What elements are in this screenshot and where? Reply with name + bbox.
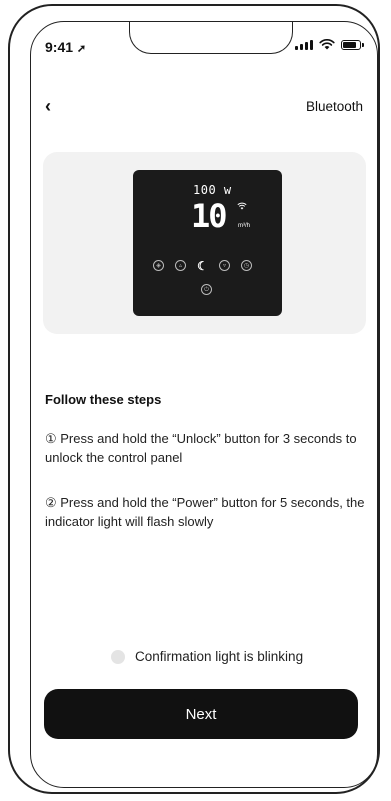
notch <box>129 22 293 54</box>
steps-heading: Follow these steps <box>45 392 162 407</box>
chevron-left-icon: ‹ <box>45 96 51 116</box>
confirmation-option[interactable]: Confirmation light is blinking <box>111 649 303 664</box>
panel-unit: m³/h <box>238 223 250 229</box>
status-time-text: 9:41 <box>45 39 74 55</box>
panel-power-readout: 100 w <box>193 183 232 197</box>
panel-main-readout: 10 <box>191 197 228 235</box>
battery-icon <box>341 39 364 50</box>
down-arrow-icon: ▿ <box>219 260 230 271</box>
panel-wifi-icon <box>237 202 247 210</box>
phone-screen: 9:41 ➚ ‹ Bluetooth 100 w 10 m³/h ◈ ▵ ☾ ▿… <box>30 21 378 788</box>
clock-icon: ◷ <box>241 260 252 271</box>
panel-buttons: ◈ ▵ ☾ ▿ ◷ <box>153 258 252 273</box>
page-title: Bluetooth <box>305 99 363 114</box>
confirmation-label: Confirmation light is blinking <box>135 649 304 664</box>
moon-icon: ☾ <box>197 258 208 273</box>
wifi-icon <box>319 39 335 50</box>
power-icon: ⏻ <box>201 284 212 295</box>
fan-mode-icon: ◈ <box>153 260 164 271</box>
confirmation-radio[interactable] <box>111 649 125 664</box>
step-1-text: ① Press and hold the “Unlock” button for… <box>45 431 357 465</box>
status-icons <box>295 39 364 50</box>
back-button[interactable]: ‹ <box>45 97 51 115</box>
control-panel-image: 100 w 10 m³/h ◈ ▵ ☾ ▿ ◷ ⏻ <box>133 170 282 316</box>
status-time: 9:41 ➚ <box>45 39 86 55</box>
device-image-card: 100 w 10 m³/h ◈ ▵ ☾ ▿ ◷ ⏻ <box>43 152 366 334</box>
phone-frame: 9:41 ➚ ‹ Bluetooth 100 w 10 m³/h ◈ ▵ ☾ ▿… <box>8 4 380 794</box>
up-arrow-icon: ▵ <box>175 260 186 271</box>
location-arrow-icon: ➚ <box>76 43 87 55</box>
next-button[interactable]: Next <box>44 689 358 739</box>
cellular-signal-icon <box>295 39 313 50</box>
step-2-text: ② Press and hold the “Power” button for … <box>45 495 365 529</box>
